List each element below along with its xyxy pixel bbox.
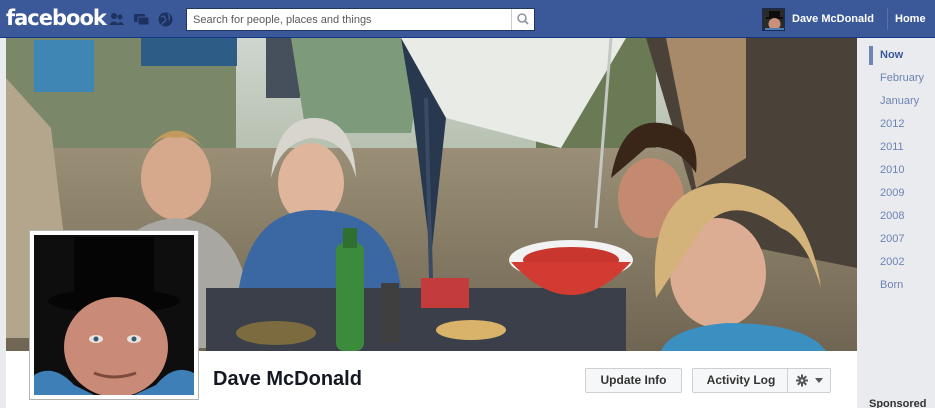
sponsored-heading: Sponsored <box>869 398 927 408</box>
nav-divider <box>887 8 888 30</box>
gear-icon <box>796 374 823 387</box>
profile-picture[interactable] <box>29 230 199 400</box>
timeline-item-february[interactable]: February <box>869 67 935 90</box>
user-name-link[interactable]: Dave McDonald <box>792 13 874 25</box>
timeline-item-now[interactable]: Now <box>869 44 935 67</box>
messages-icon[interactable] <box>133 11 150 28</box>
page: facebook Search for people, places and t… <box>0 0 935 408</box>
search-box <box>186 8 535 31</box>
search-button[interactable] <box>511 9 534 30</box>
update-info-button[interactable]: Update Info <box>585 368 682 393</box>
profile-name[interactable]: Dave McDonald <box>213 368 362 391</box>
settings-dropdown-button[interactable] <box>787 368 831 393</box>
timeline-item-2011[interactable]: 2011 <box>869 136 935 159</box>
profile-picture-image <box>34 235 194 395</box>
search-icon <box>517 13 529 25</box>
notifications-globe-icon[interactable] <box>157 11 174 28</box>
timeline-item-2008[interactable]: 2008 <box>869 205 935 228</box>
chevron-down-icon <box>815 378 823 383</box>
timeline-item-born[interactable]: Born <box>869 274 935 297</box>
user-avatar-thumbnail[interactable] <box>762 8 785 31</box>
timeline-item-2009[interactable]: 2009 <box>869 182 935 205</box>
timeline-item-2010[interactable]: 2010 <box>869 159 935 182</box>
friend-requests-icon[interactable] <box>108 11 125 28</box>
timeline-item-2007[interactable]: 2007 <box>869 228 935 251</box>
timeline-item-2002[interactable]: 2002 <box>869 251 935 274</box>
search-input[interactable] <box>187 9 507 30</box>
timeline-item-january[interactable]: January <box>869 90 935 113</box>
activity-log-button[interactable]: Activity Log <box>692 368 790 393</box>
avatar-image <box>763 9 784 30</box>
timeline-scrubber: Now February January 2012 2011 2010 2009… <box>869 44 935 297</box>
facebook-logo[interactable]: facebook <box>6 6 107 30</box>
top-navigation-bar: facebook Search for people, places and t… <box>0 0 935 38</box>
home-link[interactable]: Home <box>895 13 926 25</box>
timeline-item-2012[interactable]: 2012 <box>869 113 935 136</box>
